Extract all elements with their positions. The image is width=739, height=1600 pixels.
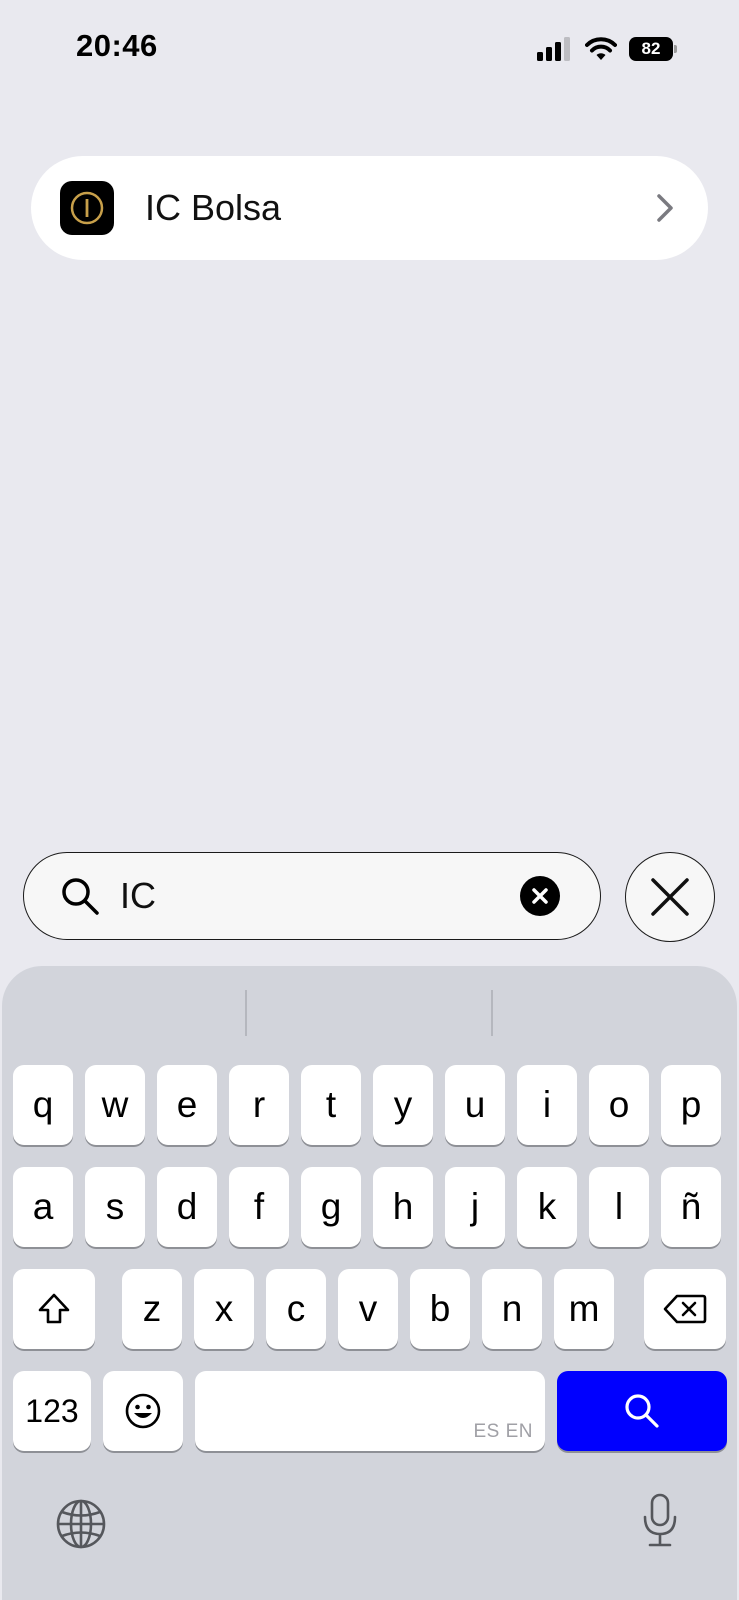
key-m[interactable]: m	[554, 1269, 614, 1349]
microphone-icon[interactable]	[642, 1493, 678, 1549]
key-f[interactable]: f	[229, 1167, 289, 1247]
key-q[interactable]: q	[13, 1065, 73, 1145]
key-p[interactable]: p	[661, 1065, 721, 1145]
status-bar: 20:46 82	[0, 0, 739, 100]
search-icon	[625, 1394, 659, 1428]
suggestion-divider	[245, 990, 247, 1036]
key-h[interactable]: h	[373, 1167, 433, 1247]
search-submit-key[interactable]	[557, 1371, 727, 1451]
key-y[interactable]: y	[373, 1065, 433, 1145]
key-n-tilde[interactable]: ñ	[661, 1167, 721, 1247]
keyboard: q w e r t y u i o p a s d f g h j k l ñ …	[2, 966, 737, 1600]
key-b[interactable]: b	[410, 1269, 470, 1349]
key-t[interactable]: t	[301, 1065, 361, 1145]
numbers-key[interactable]: 123	[13, 1371, 91, 1451]
key-i[interactable]: i	[517, 1065, 577, 1145]
search-field[interactable]: IC	[23, 852, 601, 940]
key-u[interactable]: u	[445, 1065, 505, 1145]
key-s[interactable]: s	[85, 1167, 145, 1247]
key-g[interactable]: g	[301, 1167, 361, 1247]
key-d[interactable]: d	[157, 1167, 217, 1247]
clear-search-button[interactable]	[520, 876, 560, 916]
chevron-right-icon	[657, 194, 673, 222]
key-j[interactable]: j	[445, 1167, 505, 1247]
signal-icon	[537, 37, 570, 61]
battery-icon: 82	[629, 37, 677, 61]
search-input[interactable]: IC	[120, 875, 520, 917]
key-a[interactable]: a	[13, 1167, 73, 1247]
backspace-icon	[663, 1294, 707, 1324]
key-l[interactable]: l	[589, 1167, 649, 1247]
search-result-ic-bolsa[interactable]: IC Bolsa	[31, 156, 708, 260]
result-title: IC Bolsa	[145, 187, 282, 228]
globe-icon[interactable]	[55, 1498, 107, 1550]
close-icon	[651, 878, 689, 916]
search-icon	[62, 878, 99, 915]
emoji-icon	[125, 1393, 161, 1429]
delete-key[interactable]	[644, 1269, 726, 1349]
key-c[interactable]: c	[266, 1269, 326, 1349]
battery-cap	[674, 45, 677, 53]
key-o[interactable]: o	[589, 1065, 649, 1145]
shift-key[interactable]	[13, 1269, 95, 1349]
clear-icon	[532, 888, 548, 904]
suggestion-divider	[491, 990, 493, 1036]
key-r[interactable]: r	[229, 1065, 289, 1145]
key-k[interactable]: k	[517, 1167, 577, 1247]
space-language-label: ES EN	[473, 1421, 533, 1442]
key-x[interactable]: x	[194, 1269, 254, 1349]
status-time: 20:46	[76, 28, 158, 63]
space-key[interactable]: ES EN	[195, 1371, 545, 1451]
key-w[interactable]: w	[85, 1065, 145, 1145]
ic-bolsa-app-icon	[60, 181, 114, 235]
key-n[interactable]: n	[482, 1269, 542, 1349]
emoji-key[interactable]	[103, 1371, 183, 1451]
cancel-search-button[interactable]	[625, 852, 715, 942]
key-z[interactable]: z	[122, 1269, 182, 1349]
key-v[interactable]: v	[338, 1269, 398, 1349]
battery-level: 82	[629, 37, 673, 61]
shift-icon	[38, 1293, 70, 1324]
status-indicators: 82	[537, 36, 677, 62]
wifi-icon	[585, 37, 617, 60]
key-e[interactable]: e	[157, 1065, 217, 1145]
